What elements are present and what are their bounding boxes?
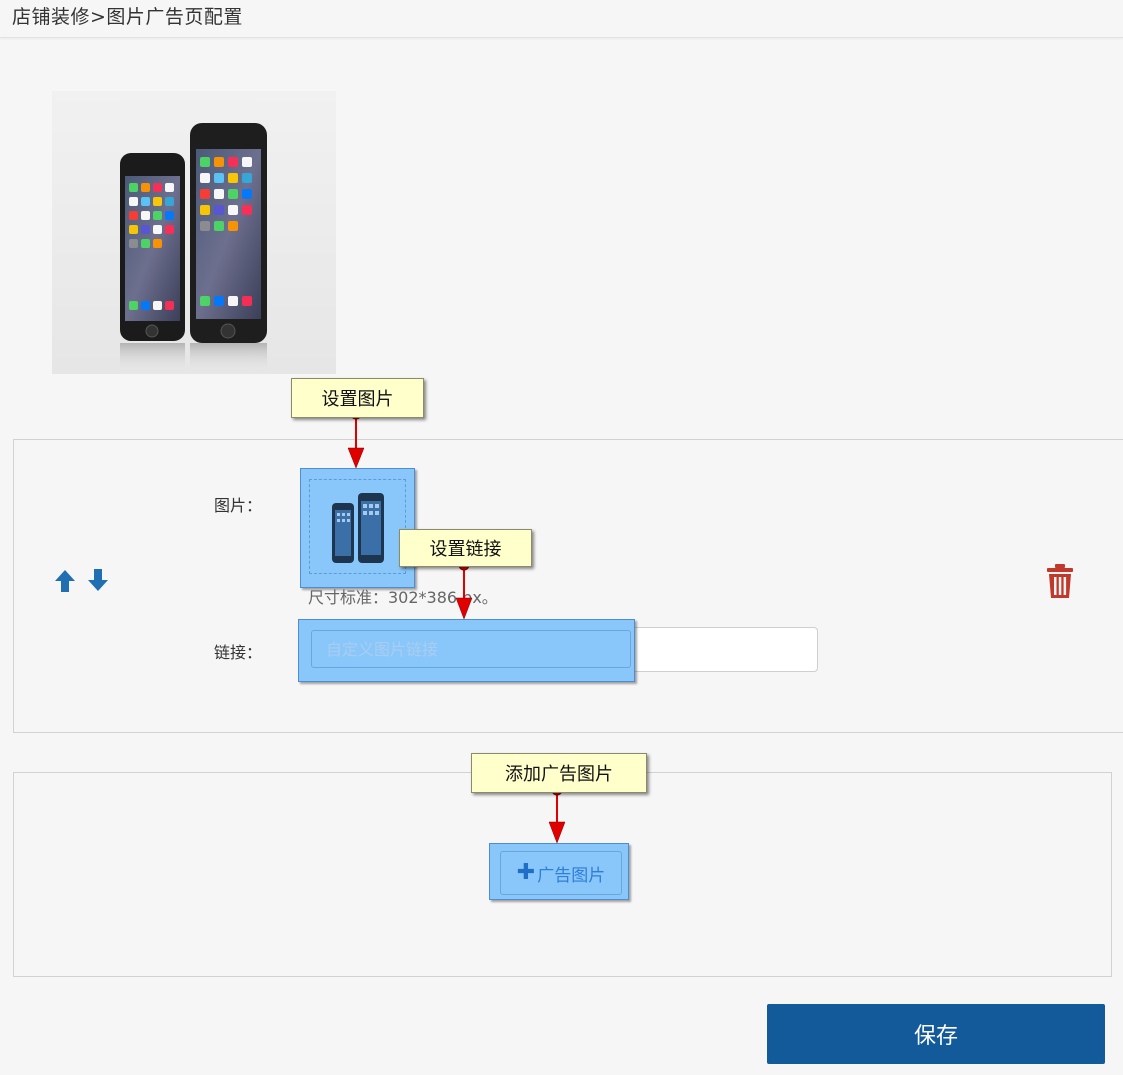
add-ad-image-button[interactable]: ✚ 广告图片 — [500, 851, 622, 895]
move-up-icon[interactable] — [54, 569, 76, 593]
link-label: 链接： — [214, 643, 263, 662]
callout-set-image: 设置图片 — [291, 378, 424, 418]
phones-illustration — [52, 91, 336, 374]
add-ad-image-label: 广告图片 — [537, 865, 606, 886]
image-thumbnail — [309, 479, 406, 574]
image-label: 图片： — [214, 496, 263, 515]
callout-set-link: 设置链接 — [399, 529, 532, 567]
save-button[interactable]: 保存 — [767, 1004, 1105, 1064]
image-upload-button[interactable] — [300, 468, 415, 588]
ad-item-panel — [13, 439, 1123, 733]
page-header: 店铺装修>图片广告页配置 — [0, 0, 1123, 38]
plus-icon: ✚ — [516, 860, 536, 885]
callout-add-ad-image: 添加广告图片 — [471, 753, 647, 793]
size-hint: 尺寸标准：302*386 px。 — [308, 588, 498, 607]
delete-icon[interactable] — [1046, 563, 1074, 599]
phones-thumbnail-icon — [332, 493, 384, 563]
breadcrumb: 店铺装修>图片广告页配置 — [12, 6, 243, 28]
link-input[interactable] — [311, 630, 631, 668]
ad-preview-image — [52, 91, 336, 374]
move-down-icon[interactable] — [87, 568, 109, 592]
